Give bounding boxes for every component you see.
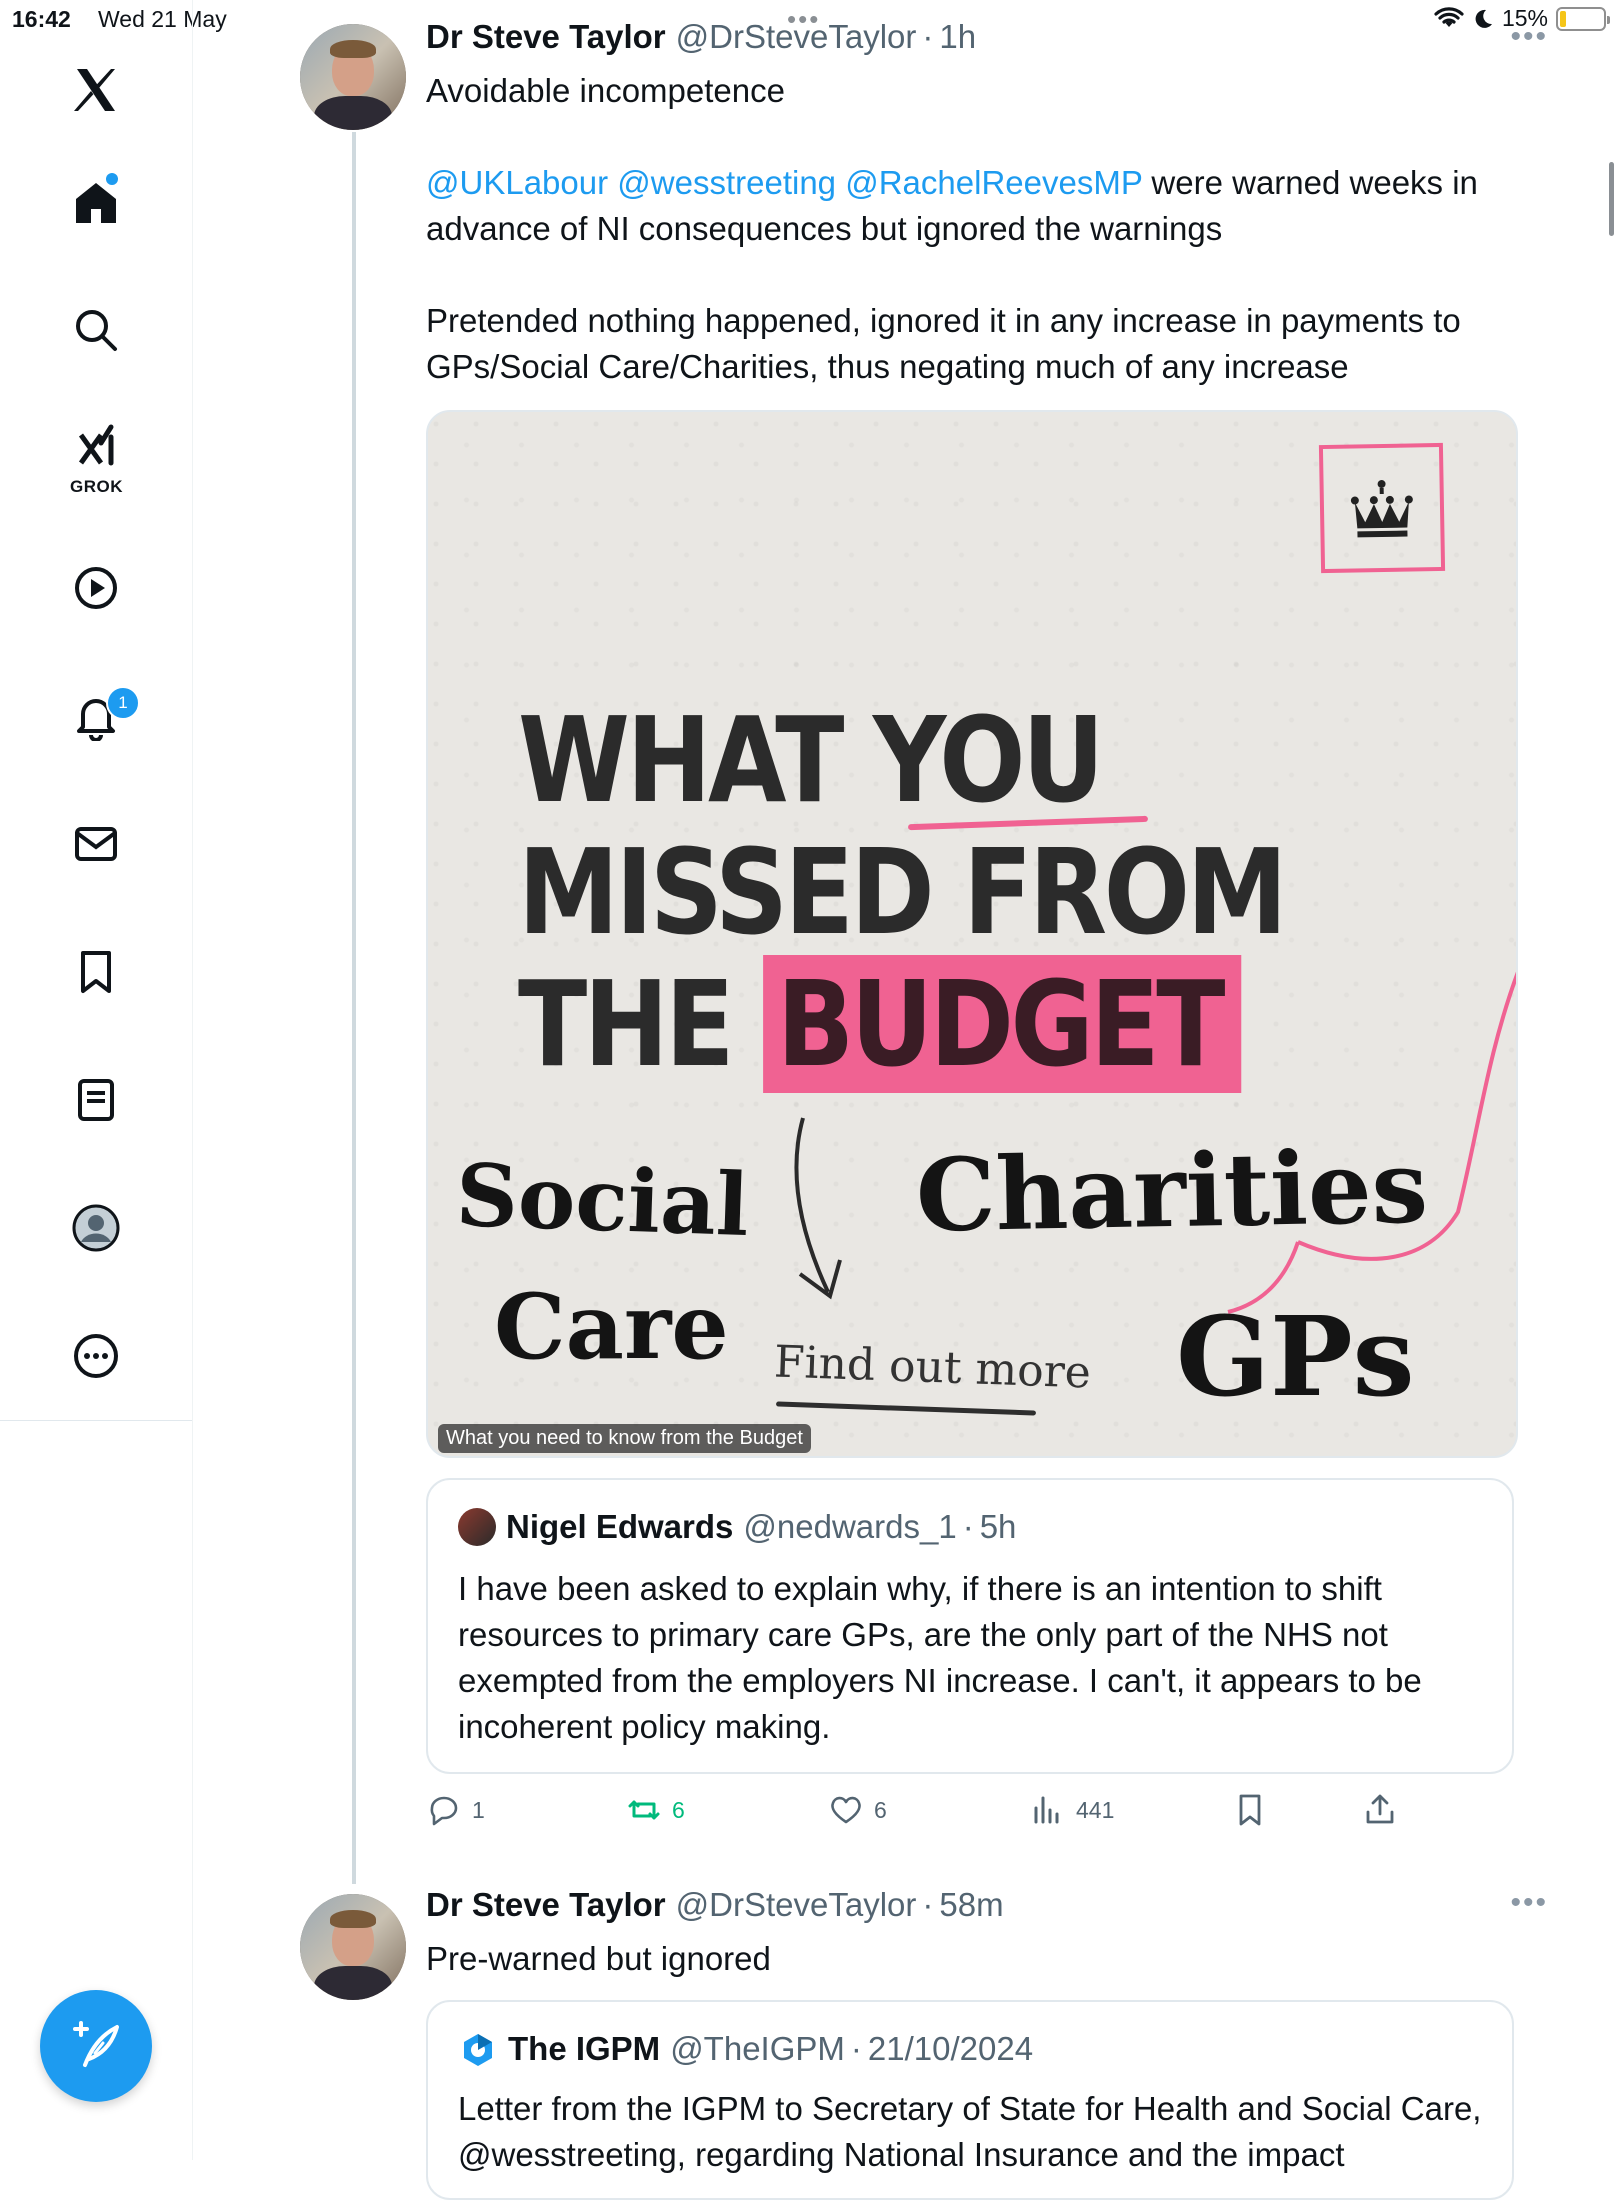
battery-fill xyxy=(1560,10,1566,27)
retweet-icon xyxy=(628,1800,660,1820)
quote-time: 5h xyxy=(979,1508,1017,1545)
quote-time: 21/10/2024 xyxy=(867,2030,1034,2067)
home-unread-dot xyxy=(106,173,118,185)
nav-lists[interactable] xyxy=(56,1060,136,1140)
tweet-paragraph-3: Pretended nothing happened, ignored it i… xyxy=(426,302,1461,385)
like-count: 6 xyxy=(874,1796,887,1823)
quote-avatar xyxy=(458,1508,496,1546)
separator-dot: · xyxy=(922,18,934,55)
lists-icon xyxy=(78,1079,114,1121)
avatar[interactable] xyxy=(300,24,406,130)
compose-button[interactable] xyxy=(40,1990,152,2102)
tweet-more-icon[interactable]: ••• xyxy=(1510,20,1548,54)
tweet-line-1: Avoidable incompetence xyxy=(426,72,785,109)
quote-text: Letter from the IGPM to Secretary of Sta… xyxy=(458,2090,1482,2173)
nav-video[interactable] xyxy=(56,548,136,628)
quote-author: The IGPM xyxy=(508,2030,661,2067)
separator-dot: · xyxy=(962,1508,974,1545)
tweet-time[interactable]: 1h xyxy=(939,18,976,56)
sidebar-divider xyxy=(0,1420,192,1421)
share-icon xyxy=(1366,1794,1394,1824)
grok-label: GROK xyxy=(70,477,123,496)
mention-link[interactable]: @UKLabour xyxy=(426,164,608,201)
quote-author: Nigel Edwards xyxy=(506,1508,734,1545)
nav-bookmarks[interactable] xyxy=(56,932,136,1012)
nav-messages[interactable] xyxy=(56,804,136,884)
author-name[interactable]: Dr Steve Taylor xyxy=(426,18,666,56)
author-handle[interactable]: @DrSteveTaylor xyxy=(676,1886,917,1924)
igpm-logo-icon xyxy=(464,2034,492,2066)
mention-link[interactable]: @wesstreeting xyxy=(617,164,836,201)
nav-more[interactable] xyxy=(56,1316,136,1396)
tweet-text: Avoidable incompetence @UKLabour @wesstr… xyxy=(426,68,1526,390)
x-logo-icon xyxy=(74,69,115,111)
retweet-count: 6 xyxy=(672,1796,685,1823)
quoted-tweet[interactable]: The IGPM @TheIGPM · 21/10/2024 Letter fr… xyxy=(426,2000,1514,2200)
avatar[interactable] xyxy=(300,1894,406,2000)
quote-header: Nigel Edwards @nedwards_1 · 5h xyxy=(458,1508,1016,1546)
tweet-paragraph-2: @UKLabour @wesstreeting @RachelReevesMP … xyxy=(426,160,1526,252)
scrollbar-thumb[interactable] xyxy=(1609,162,1614,236)
reply-count: 1 xyxy=(472,1796,485,1823)
like-button[interactable]: 6 xyxy=(828,1792,887,1828)
author-handle[interactable]: @DrSteveTaylor xyxy=(676,18,917,56)
views-chart-icon xyxy=(1034,1796,1059,1824)
hand-charities: Charities xyxy=(915,1127,1429,1255)
sidebar: GROK 1 xyxy=(0,0,193,2160)
thread-connector-line xyxy=(352,132,356,1884)
share-button[interactable] xyxy=(1362,1792,1398,1828)
author-name[interactable]: Dr Steve Taylor xyxy=(426,1886,666,1924)
grok-icon xyxy=(78,424,114,466)
profile-icon xyxy=(72,1204,120,1252)
x-logo[interactable] xyxy=(56,50,136,130)
hand-gps: GPs xyxy=(1176,1292,1415,1421)
more-circle-icon xyxy=(74,1334,118,1378)
nav-home[interactable] xyxy=(56,162,136,242)
notifications-badge: 1 xyxy=(106,686,140,720)
nav-profile[interactable] xyxy=(56,1188,136,1268)
heart-icon xyxy=(831,1796,861,1824)
bookmark-button[interactable] xyxy=(1232,1792,1268,1828)
quote-text: I have been asked to explain why, if the… xyxy=(458,1570,1422,1745)
tweet-time[interactable]: 58m xyxy=(939,1886,1003,1924)
bookmark-icon xyxy=(1239,1794,1261,1826)
mention-link[interactable]: @RachelReevesMP xyxy=(845,164,1142,201)
tweet-header: Dr Steve Taylor @DrSteveTaylor · 1h xyxy=(426,18,976,56)
moon-icon xyxy=(1475,9,1492,28)
tweet-media-image[interactable]: WHAT YOU MISSED FROM THE BUDGET Social C… xyxy=(426,410,1518,1458)
quote-handle: @nedwards_1 xyxy=(743,1508,957,1545)
search-icon xyxy=(76,310,117,351)
quote-handle: @TheIGPM xyxy=(670,2030,845,2067)
quote-header: The IGPM @TheIGPM · 21/10/2024 xyxy=(458,2030,1033,2070)
compose-feather-icon xyxy=(73,2021,119,2067)
tweet-text: Pre-warned but ignored xyxy=(426,1940,771,1977)
video-icon xyxy=(75,567,117,609)
wifi-icon xyxy=(1434,6,1464,27)
views-count: 441 xyxy=(1076,1796,1115,1823)
retweet-button[interactable]: 6 xyxy=(626,1792,685,1828)
battery-icon xyxy=(1556,6,1610,31)
tweet-header: Dr Steve Taylor @DrSteveTaylor · 58m xyxy=(426,1886,1004,1924)
tweet-actions: 1 6 6 441 xyxy=(426,1792,1426,1840)
tweet-more-icon[interactable]: ••• xyxy=(1510,1886,1548,1920)
nav-grok[interactable] xyxy=(56,408,136,488)
hand-social: Social xyxy=(454,1144,751,1257)
reply-icon xyxy=(430,1796,458,1826)
views-button[interactable]: 441 xyxy=(1030,1792,1114,1828)
mail-icon xyxy=(75,827,117,861)
separator-dot: · xyxy=(850,2030,862,2067)
bookmark-icon xyxy=(81,951,111,993)
hand-care: Care xyxy=(494,1274,729,1380)
nav-search[interactable] xyxy=(56,290,136,370)
separator-dot: · xyxy=(922,1886,934,1923)
quoted-tweet[interactable]: Nigel Edwards @nedwards_1 · 5h I have be… xyxy=(426,1478,1514,1774)
reply-button[interactable]: 1 xyxy=(426,1792,485,1828)
media-caption: What you need to know from the Budget xyxy=(438,1424,811,1453)
